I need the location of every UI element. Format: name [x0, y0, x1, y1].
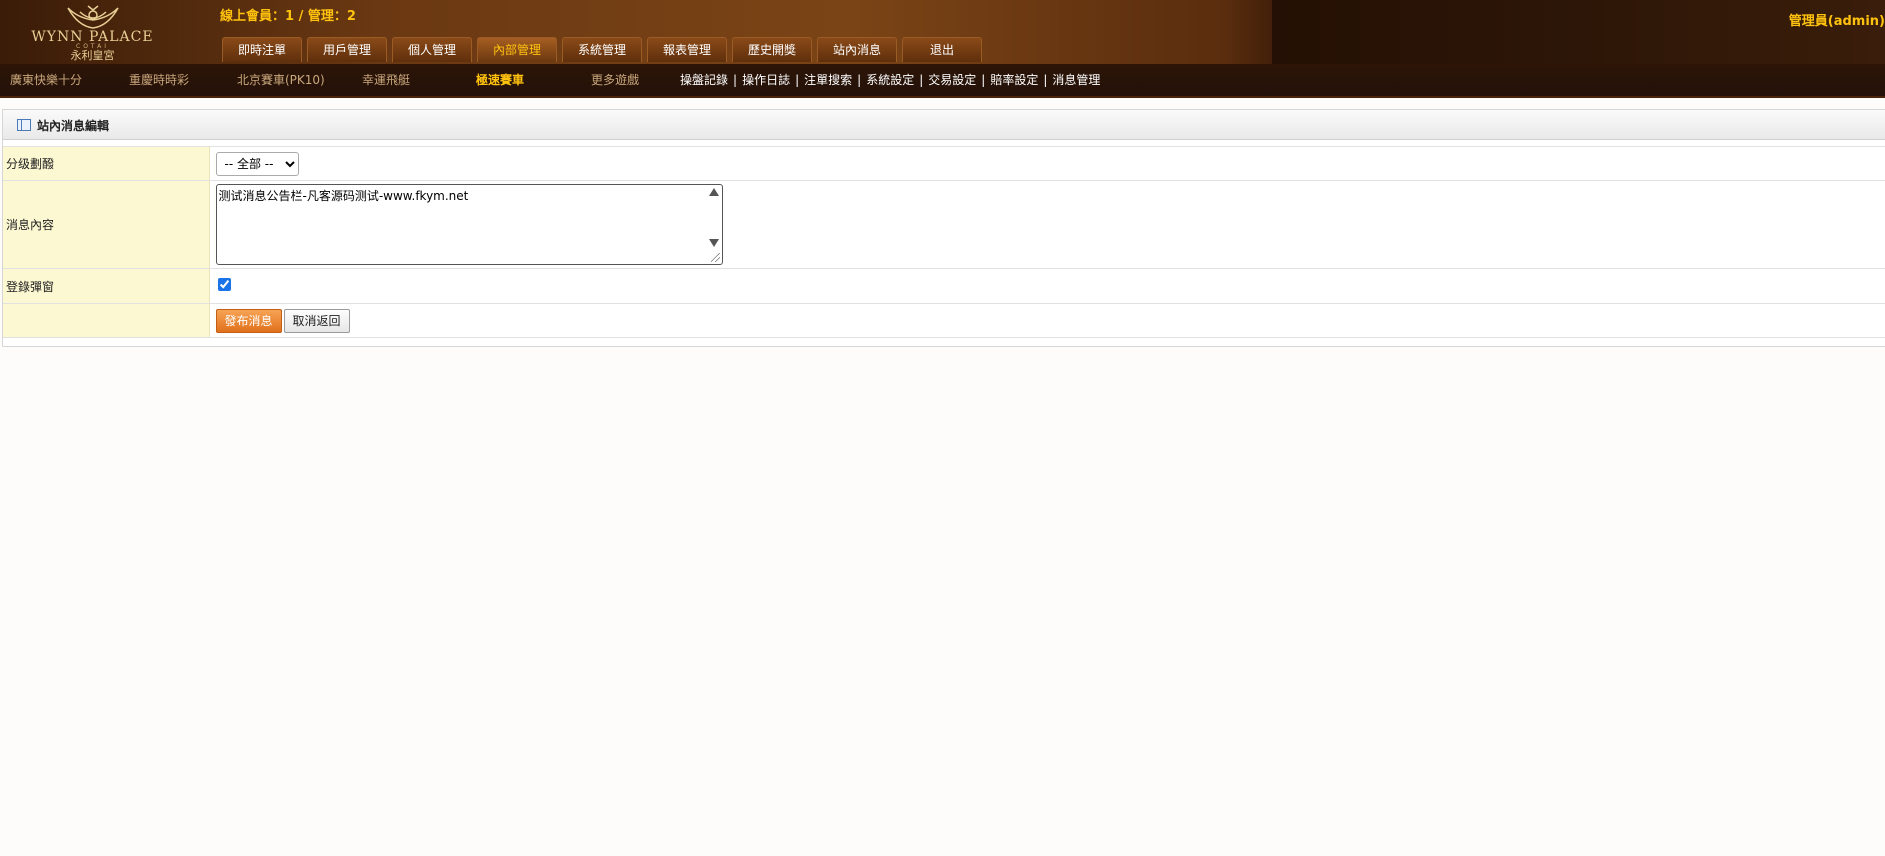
nav-site-messages[interactable]: 站內消息 [817, 37, 897, 62]
panel-window-icon [17, 119, 31, 131]
link-operation-log[interactable]: 操作日誌 [742, 73, 790, 87]
game-more-games[interactable]: 更多遊戲 [591, 71, 639, 88]
main-nav: 即時注單 用戶管理 個人管理 內部管理 系統管理 報表管理 歷史開獎 站內消息 … [222, 37, 987, 62]
link-odds-settings[interactable]: 賠率設定 [990, 73, 1038, 87]
panel-title: 站內消息編輯 [37, 119, 110, 133]
link-bet-search[interactable]: 注單搜索 [804, 73, 852, 87]
sub-links: 操盤記錄 | 操作日誌 | 注單搜索 | 系統設定 | 交易設定 | 賠率設定 | 消息管理 [680, 71, 1100, 88]
link-separator: | [795, 73, 800, 87]
logo-brand-text: WYNN PALACE [31, 29, 154, 45]
game-chongqing-ssc[interactable]: 重慶時時彩 [129, 71, 189, 88]
admin-user[interactable]: 管理員(admin) [1789, 10, 1885, 29]
link-separator: | [919, 73, 924, 87]
content-textarea-wrap: 测试消息公告栏-凡客源码测试-www.fkym.net [215, 184, 723, 265]
link-message-management[interactable]: 消息管理 [1052, 73, 1100, 87]
link-separator: | [981, 73, 986, 87]
wynn-palace-logo: WYNN PALACE COTAI 永利皇宮 [20, 4, 165, 62]
nav-draw-history[interactable]: 歷史開獎 [732, 37, 812, 62]
link-separator: | [1043, 73, 1048, 87]
nav-realtime-bets[interactable]: 即時注單 [222, 37, 302, 62]
message-form: 分级劃醱 -- 全部 -- 消息內容 测试消息公告栏-凡客源码测试-www.fk… [3, 146, 1885, 338]
link-trade-settings[interactable]: 交易設定 [928, 73, 976, 87]
cancel-return-button[interactable]: 取消返回 [283, 308, 350, 333]
game-guangdong-happy10[interactable]: 廣東快樂十分 [10, 71, 82, 88]
popup-checkbox[interactable] [217, 278, 231, 291]
popup-label: 登錄彈窗 [3, 268, 210, 304]
nav-internal-management[interactable]: 內部管理 [477, 37, 557, 62]
scroll-down-icon[interactable] [708, 239, 719, 247]
logo-chinese-text: 永利皇宮 [70, 49, 115, 62]
nav-personal-management[interactable]: 個人管理 [392, 37, 472, 62]
link-separator: | [857, 73, 862, 87]
publish-message-button[interactable]: 發布消息 [215, 308, 282, 333]
nav-logout[interactable]: 退出 [902, 37, 982, 62]
message-edit-panel: 站內消息編輯 分级劃醱 -- 全部 -- 消息內容 测试消息公告栏-凡客源码测试… [2, 109, 1885, 347]
nav-system-management[interactable]: 系統管理 [562, 37, 642, 62]
crest-icon [66, 5, 119, 29]
link-system-settings[interactable]: 系統設定 [866, 73, 914, 87]
level-select[interactable]: -- 全部 -- [215, 151, 299, 176]
resize-grip-icon[interactable] [710, 253, 720, 262]
game-speed-racing[interactable]: 極速賽車 [476, 71, 524, 88]
nav-report-management[interactable]: 報表管理 [647, 37, 727, 62]
content-label: 消息內容 [3, 180, 210, 269]
link-trading-records[interactable]: 操盤記錄 [680, 73, 728, 87]
game-lucky-airship[interactable]: 幸運飛艇 [362, 71, 410, 88]
game-beijing-pk10[interactable]: 北京賽車(PK10) [237, 71, 325, 88]
content-textarea[interactable]: 测试消息公告栏-凡客源码测试-www.fkym.net [215, 184, 723, 265]
actions-label [3, 303, 210, 338]
online-count: 線上會員：1 / 管理：2 [220, 9, 356, 24]
level-label: 分级劃醱 [3, 146, 210, 181]
scroll-up-icon[interactable] [708, 188, 719, 196]
link-separator: | [733, 73, 738, 87]
nav-user-management[interactable]: 用戶管理 [307, 37, 387, 62]
panel-header: 站內消息編輯 [3, 110, 1885, 140]
